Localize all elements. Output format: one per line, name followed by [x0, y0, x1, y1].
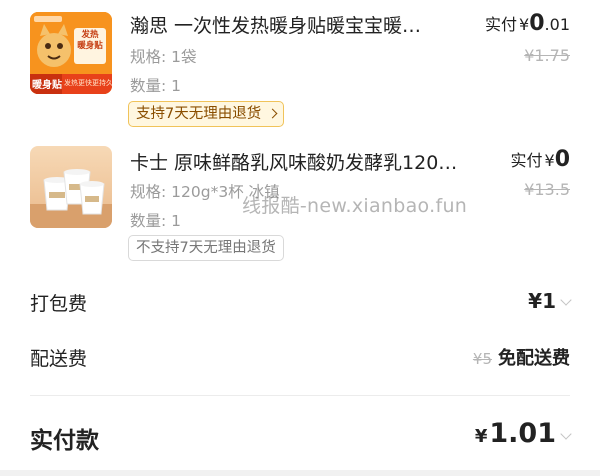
divider	[30, 395, 570, 396]
product-quantity: 数量: 1	[130, 77, 182, 95]
paid-int: 0	[554, 147, 570, 172]
packing-fee-label: 打包费	[30, 293, 88, 315]
original-price: ¥13.5	[524, 180, 570, 199]
product-thumbnail[interactable]	[30, 146, 112, 228]
total-currency: ¥	[474, 426, 488, 447]
watermark-text: 线报酷-new.xianbao.fun	[242, 195, 468, 217]
delivery-fee-row: 配送费 ¥5 免配送费	[30, 344, 570, 371]
paid-amount: 实付 ¥0.01	[485, 11, 570, 36]
packing-fee-row[interactable]: 打包费 ¥1	[30, 289, 572, 316]
delivery-fee-original: ¥5	[472, 350, 492, 368]
thumb-strip-text: 发热更快更持久	[64, 79, 112, 87]
chevron-down-icon	[560, 294, 572, 306]
paid-dec: .01	[544, 15, 570, 34]
thumb-badge-text: 暖身贴	[32, 80, 62, 91]
paid-label: 实付	[485, 15, 518, 34]
delivery-fee-value-wrap: ¥5 免配送费	[473, 344, 570, 370]
order-detail-card: 发热 暖身贴 暖身贴 发热更快更持久 瀚思 一次性发热暖身贴暖宝宝暖… 实付 ¥0…	[0, 0, 600, 476]
product-thumbnail[interactable]: 发热 暖身贴 暖身贴 发热更快更持久	[30, 12, 112, 94]
total-row[interactable]: 实付款 ¥1.01	[30, 418, 572, 455]
yogurt-cups-image	[30, 146, 112, 228]
return-policy-tag[interactable]: 支持7天无理由退货	[128, 101, 284, 127]
thumb-box-text: 发热 暖身贴	[77, 30, 103, 51]
bottom-gap	[0, 470, 600, 476]
list-item[interactable]: 发热 暖身贴 暖身贴 发热更快更持久 瀚思 一次性发热暖身贴暖宝宝暖… 实付 ¥0…	[0, 0, 600, 135]
paid-amount: 实付 ¥0	[510, 147, 570, 172]
product-spec: 规格: 1袋	[130, 48, 197, 66]
return-policy-tag: 不支持7天无理由退货	[128, 235, 284, 261]
chevron-down-icon	[560, 428, 572, 440]
paid-int: 0	[529, 11, 545, 36]
product-quantity: 数量: 1	[130, 212, 182, 230]
product-title[interactable]: 卡士 原味鲜酪乳风味酸奶发酵乳120…	[130, 148, 486, 175]
product-title[interactable]: 瀚思 一次性发热暖身贴暖宝宝暖…	[130, 11, 470, 38]
currency-symbol: ¥	[544, 151, 555, 170]
chevron-right-icon	[267, 108, 278, 119]
packing-fee-value-wrap: ¥1	[528, 289, 572, 313]
original-price: ¥1.75	[524, 46, 570, 65]
total-value: 1.01	[489, 418, 556, 449]
delivery-fee-label: 配送费	[30, 348, 88, 370]
return-policy-label: 支持7天无理由退货	[136, 106, 262, 122]
total-label: 实付款	[30, 428, 99, 454]
total-value-wrap: ¥1.01	[474, 418, 572, 449]
delivery-fee-value: 免配送费	[498, 348, 570, 369]
currency-symbol: ¥	[519, 15, 530, 34]
paid-label: 实付	[510, 151, 543, 170]
packing-fee-value: ¥1	[528, 289, 556, 313]
